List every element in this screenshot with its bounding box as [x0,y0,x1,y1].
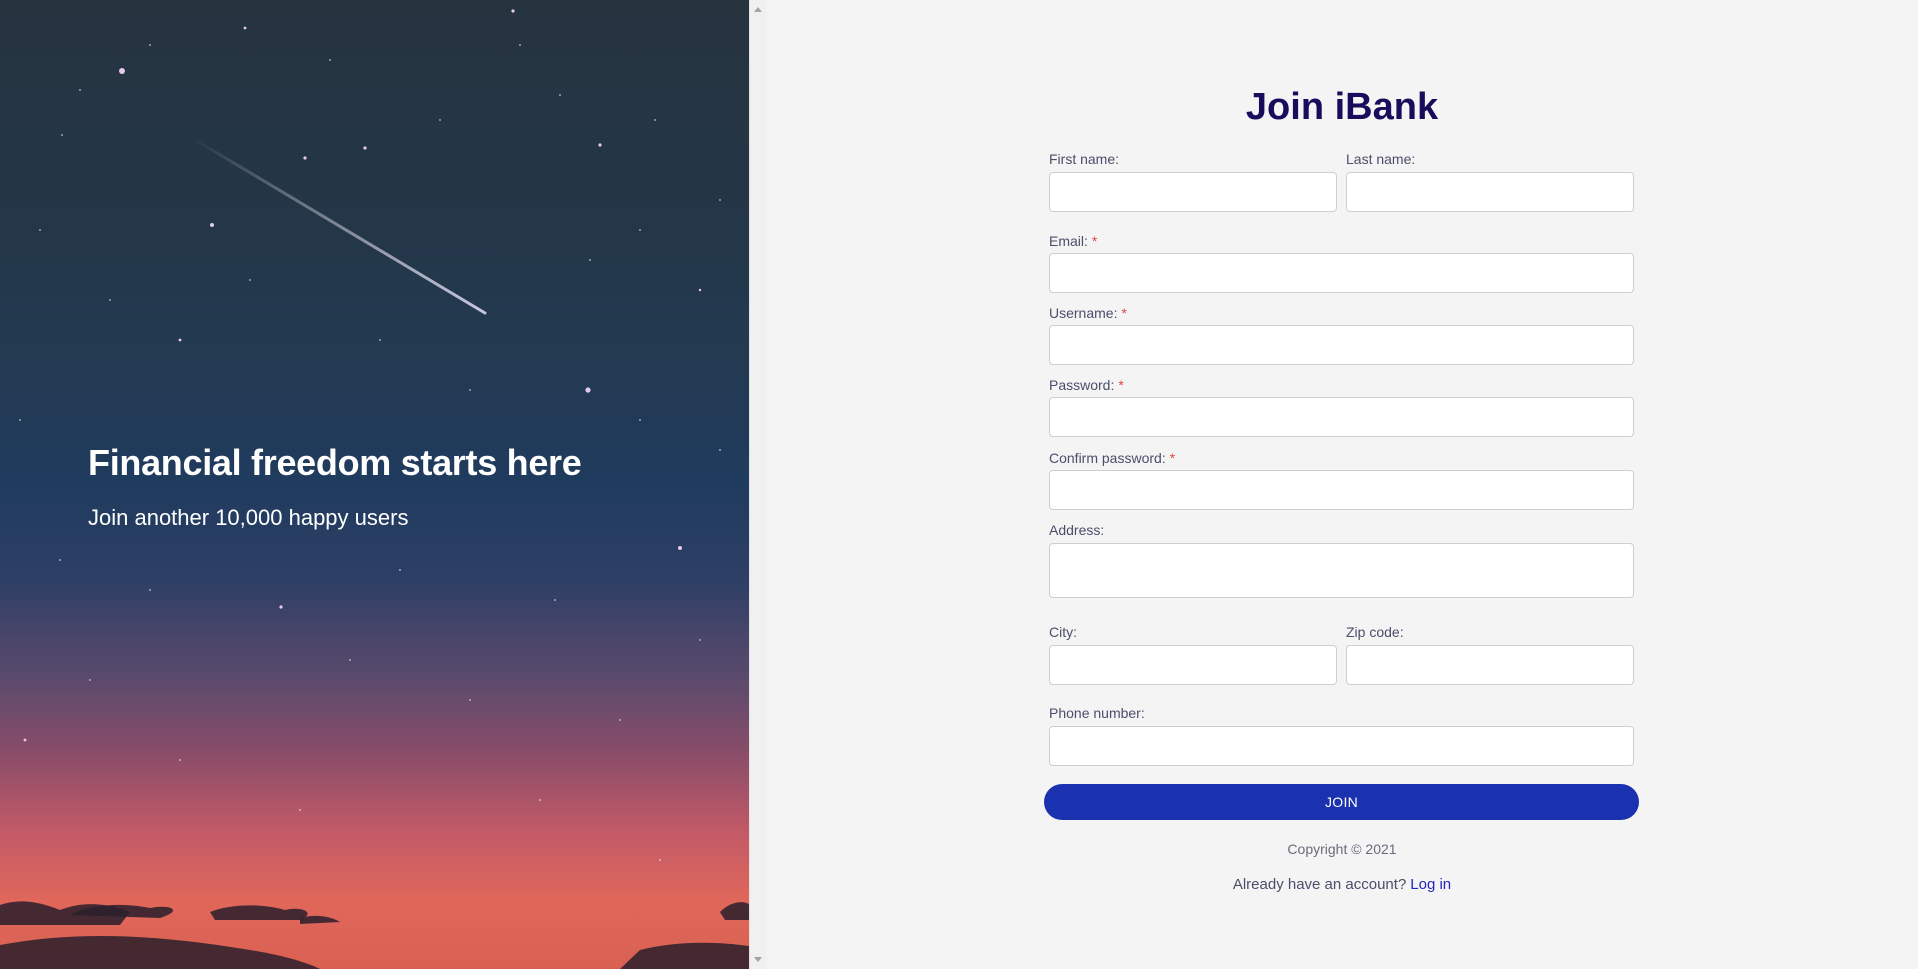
city-label: City: [1049,624,1077,640]
email-required-mark: * [1091,233,1098,249]
confirm-password-required-mark: * [1169,450,1176,466]
password-required-mark: * [1118,377,1124,393]
phone-number-input[interactable] [1049,726,1634,766]
scroll-up-icon[interactable] [754,7,762,12]
scroll-down-icon[interactable] [754,957,762,962]
confirm-password-label: Confirm password: * [1049,450,1175,466]
confirm-password-label-text: Confirm password: [1049,450,1166,466]
username-input[interactable] [1049,325,1634,365]
email-label-text: Email: [1049,233,1088,249]
login-prompt-text: Already have an account? [1232,876,1407,893]
zip-code-label-text: Zip code: [1346,624,1404,640]
city-input[interactable] [1049,645,1337,685]
last-name-label: Last name: [1346,151,1415,167]
login-link[interactable]: Log in [1410,876,1451,893]
password-label-text: Password: [1049,377,1115,393]
phone-number-label-text: Phone number: [1049,705,1145,721]
first-name-label-text: First name: [1049,151,1120,167]
first-name-input[interactable] [1049,172,1337,212]
login-prompt-line: Already have an account? Log in [1049,876,1635,893]
password-label: Password: * [1049,377,1124,393]
username-label-text: Username: [1049,305,1118,321]
confirm-password-input[interactable] [1049,470,1634,510]
username-label: Username: * [1049,305,1127,321]
last-name-input[interactable] [1346,172,1634,212]
zip-code-label: Zip code: [1346,624,1404,640]
night-sky-background [0,0,749,969]
last-name-label-text: Last name: [1346,151,1416,167]
zip-code-input[interactable] [1346,645,1634,685]
address-textarea[interactable] [1049,543,1634,598]
hero-title: Financial freedom starts here [88,442,582,483]
copyright-text: Copyright © 2021 [1287,841,1397,857]
username-required-mark: * [1121,305,1127,321]
password-input[interactable] [1049,397,1634,437]
email-input[interactable] [1049,253,1634,293]
hero-subtitle: Join another 10,000 happy users [88,505,409,530]
address-label-text: Address: [1049,522,1105,538]
address-label: Address: [1049,522,1104,538]
hero-panel: Financial freedom starts here Join anoth… [0,0,749,969]
email-label: Email: * [1049,233,1097,249]
scrollbar[interactable] [749,0,766,969]
phone-number-label: Phone number: [1049,705,1145,721]
page-title: Join iBank [1245,86,1439,128]
join-button[interactable]: JOIN [1044,784,1639,820]
first-name-label: First name: [1049,151,1119,167]
city-label-text: City: [1049,624,1077,640]
